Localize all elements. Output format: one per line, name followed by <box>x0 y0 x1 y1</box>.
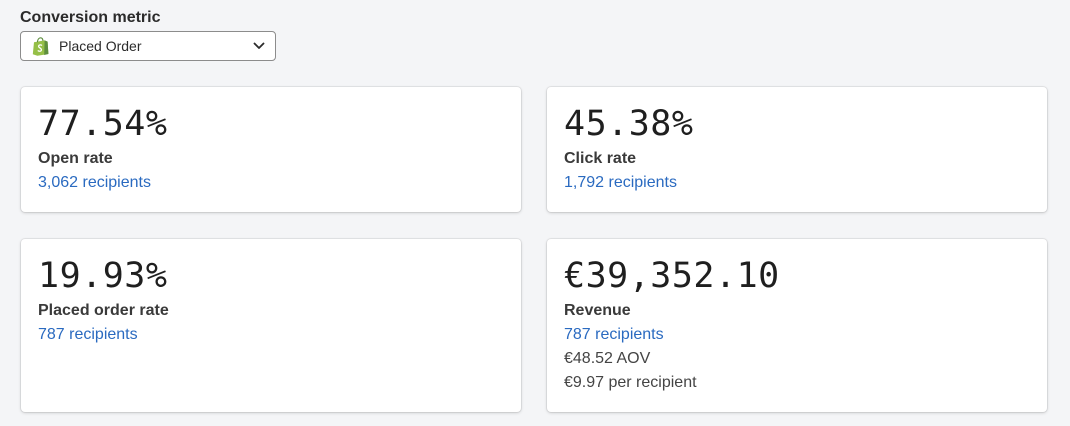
click-rate-title: Click rate <box>564 150 637 167</box>
placed-order-rate-title: Placed order rate <box>38 302 169 319</box>
click-rate-card: 45.38% Click rate 1,792 recipients <box>547 87 1047 212</box>
open-rate-value: 77.54% <box>38 104 168 144</box>
placed-order-recipients-link[interactable]: 787 recipients <box>38 325 504 345</box>
open-rate-card: 77.54% Open rate 3,062 recipients <box>21 87 521 212</box>
click-rate-value: 45.38% <box>564 104 694 144</box>
conversion-metric-select[interactable]: Placed Order <box>20 31 276 61</box>
placed-order-rate-value: 19.93% <box>38 256 168 296</box>
revenue-title: Revenue <box>564 302 631 319</box>
conversion-metric-value: Placed Order <box>59 38 142 54</box>
revenue-value: €39,352.10 <box>564 256 780 296</box>
revenue-aov: €48.52 AOV <box>564 350 651 367</box>
open-rate-recipients-link[interactable]: 3,062 recipients <box>38 173 504 193</box>
revenue-per-recipient: €9.97 per recipient <box>564 374 697 391</box>
conversion-metric-label: Conversion metric <box>20 9 161 26</box>
click-rate-recipients-link[interactable]: 1,792 recipients <box>564 173 1030 193</box>
revenue-card: €39,352.10 Revenue 787 recipients €48.52… <box>547 239 1047 412</box>
placed-order-rate-card: 19.93% Placed order rate 787 recipients <box>21 239 521 412</box>
shopify-bag-icon <box>32 36 49 56</box>
revenue-recipients-link[interactable]: 787 recipients <box>564 325 1030 345</box>
chevron-down-icon <box>253 42 265 49</box>
open-rate-title: Open rate <box>38 150 113 167</box>
conversion-report: Conversion metric Placed Order 77.54% Op… <box>0 0 1070 426</box>
